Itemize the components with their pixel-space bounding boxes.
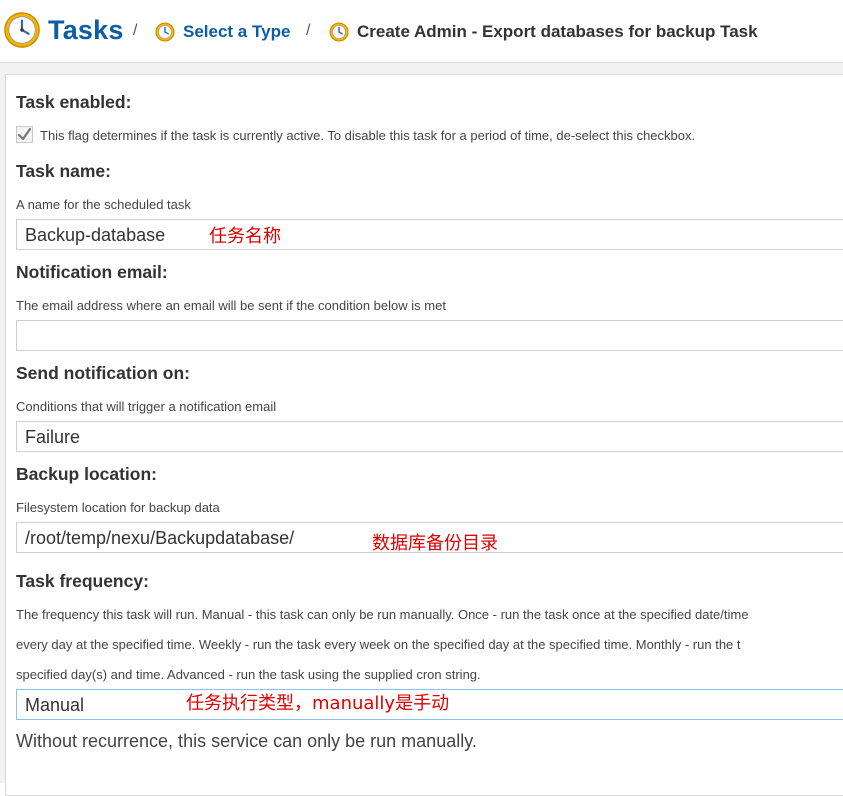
task-name-value: Backup-database [25,225,166,245]
backup-location-description: Filesystem location for backup data [16,500,220,515]
task-frequency-description-line: specified day(s) and time. Advanced - ru… [16,667,481,682]
task-frequency-description-line: every day at the specified time. Weekly … [16,637,741,652]
task-name-input[interactable]: Backup-database [16,219,843,250]
task-frequency-annotation: 任务执行类型，manually是手动 [186,693,450,714]
clock-icon [155,22,175,42]
breadcrumb-separator: / [306,22,311,39]
notification-email-description: The email address where an email will be… [16,298,446,313]
breadcrumb-select-type-label[interactable]: Select a Type [183,22,290,42]
send-notification-label: Send notification on: [16,363,191,383]
task-frequency-value: Manual [25,695,85,715]
task-frequency-note: Without recurrence, this service can onl… [16,731,477,751]
breadcrumb-current-label: Create Admin - Export databases for back… [357,22,758,41]
page-title[interactable]: Tasks [48,15,124,46]
task-frequency-label: Task frequency: [16,571,149,591]
backup-location-label: Backup location: [16,464,157,484]
task-name-description: A name for the scheduled task [16,197,191,212]
task-name-label: Task name: [16,161,111,181]
notification-email-input[interactable] [16,320,843,351]
breadcrumb-separator: / [133,22,138,39]
page-header: Tasks / Select a Type / Create Admin - E… [0,0,843,63]
task-name-annotation: 任务名称 [209,226,281,247]
notification-email-label: Notification email: [16,262,168,282]
clock-icon [329,22,349,42]
backup-location-annotation: 数据库备份目录 [372,533,498,554]
send-notification-select[interactable]: Failure [16,421,843,452]
task-enabled-label: Task enabled: [16,92,132,112]
task-enabled-checkbox[interactable] [16,126,33,143]
breadcrumb-current: Create Admin - Export databases for back… [329,22,758,42]
task-enabled-description: This flag determines if the task is curr… [40,128,696,143]
breadcrumb-select-type[interactable]: Select a Type [155,22,290,42]
backup-location-value: /root/temp/nexu/Backupdatabase/ [25,528,295,548]
send-notification-value: Failure [25,427,81,447]
send-notification-description: Conditions that will trigger a notificat… [16,399,277,414]
task-frequency-description-line: The frequency this task will run. Manual… [16,607,749,622]
clock-icon [4,12,40,48]
